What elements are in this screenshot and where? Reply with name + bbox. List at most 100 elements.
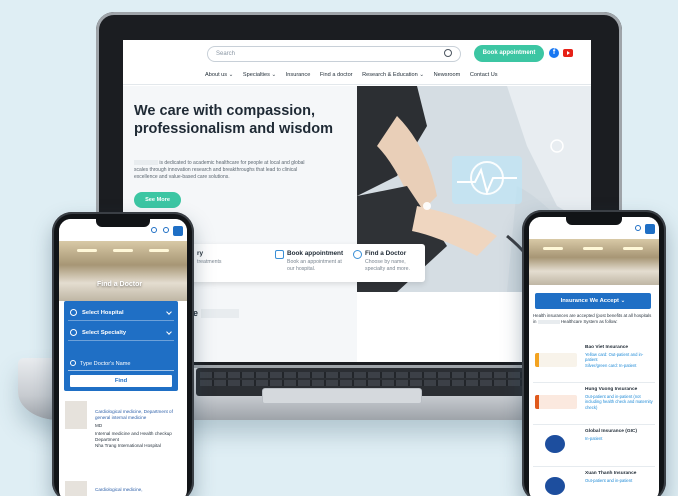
ceiling-light (113, 249, 133, 252)
select-hospital-label: Select Hospital (82, 310, 124, 316)
section-heading: e (193, 308, 239, 319)
search-input[interactable]: Search (207, 46, 461, 62)
card-find-doctor[interactable]: Find a Doctor Choose by name, specialty … (353, 250, 421, 273)
select-hospital[interactable]: Select Hospital (68, 305, 174, 321)
card-partial[interactable]: ry treatments (197, 250, 222, 266)
insurance-item[interactable]: Hung Vuong Insurance Out-patient and in-… (533, 385, 655, 425)
nav-research[interactable]: Research & Education ⌄ (362, 72, 424, 78)
redacted-name (200, 309, 239, 319)
facebook-icon[interactable]: f (549, 48, 559, 58)
redacted-name (537, 319, 560, 324)
location-icon (70, 309, 77, 316)
doctor-avatar (65, 401, 87, 429)
insurance-name: Bao Viet Insurance (585, 345, 629, 350)
find-doctor-banner: Find a Doctor (59, 241, 187, 301)
insurance-item[interactable]: Xuan Thanh Insurance Out-patient and in-… (533, 469, 655, 496)
ceiling-light (149, 249, 169, 252)
hung-vuong-logo (535, 395, 577, 409)
search-placeholder: Search (216, 51, 236, 57)
doctor-avatar (65, 481, 87, 496)
chevron-down-icon (166, 329, 172, 335)
chevron-down-icon (166, 309, 172, 315)
book-appointment-button[interactable]: Book appointment (474, 45, 544, 62)
insurance-desc-b: Healthcare System as follow: (560, 319, 618, 324)
card-book-appointment[interactable]: Book appointment Book an appointment at … (275, 250, 347, 273)
doctor-specialty: Cardiological medicine, (95, 487, 143, 492)
insurance-detail: In-patient (585, 436, 603, 441)
card-partial-title: ry (197, 250, 204, 257)
insurance-banner (529, 239, 659, 285)
search-icon[interactable] (635, 225, 641, 231)
insurance-item[interactable]: Bao Viet Insurance Yellow card: Out-pati… (533, 343, 655, 383)
search-icon[interactable] (163, 227, 169, 233)
card-title: Book appointment (287, 250, 344, 257)
redacted-name (134, 160, 158, 166)
hero-title: We care with compassion, professionalism… (134, 103, 334, 137)
card-desc: Choose by name, specialty and more. (365, 259, 410, 272)
doctor-card[interactable]: Cardiological medicine, Department of ge… (65, 401, 177, 473)
nav-find-doctor[interactable]: Find a doctor (320, 72, 353, 78)
doctor-card[interactable]: Cardiological medicine, (65, 481, 177, 496)
search-icon[interactable] (151, 227, 157, 233)
youtube-icon[interactable] (563, 49, 573, 57)
menu-icon[interactable] (645, 224, 655, 234)
hero-description: is dedicated to academic healthcare for … (134, 160, 312, 182)
doctor-specialty: Cardiological medicine, Department of ge… (95, 409, 173, 420)
insurance-accept-button[interactable]: Insurance We Accept ⌄ (535, 293, 651, 309)
ceiling-light (583, 247, 603, 250)
stethoscope-icon (275, 250, 284, 259)
doctor-icon (353, 250, 362, 259)
find-button[interactable]: Find (70, 375, 172, 387)
nav-contact[interactable]: Contact Us (470, 72, 498, 78)
card-title: Find a Doctor (365, 250, 407, 257)
quick-links-bar: ry treatments Book appointment Book an a… (183, 244, 425, 282)
doctor-info: Cardiological medicine, Department of ge… (95, 401, 175, 449)
phone-notch (96, 219, 150, 227)
find-doctor-form: Select Hospital Select Specialty Type Do… (64, 301, 178, 391)
nav-insurance[interactable]: Insurance (286, 72, 311, 78)
ceiling-light (77, 249, 97, 252)
select-specialty-label: Select Specialty (82, 330, 127, 336)
keyboard-row (200, 380, 522, 386)
doctor-hospital: Nha Trang International Hospital (95, 443, 161, 448)
header-divider (123, 84, 591, 85)
search-icon[interactable] (444, 49, 452, 57)
phone-left-screen: Find a Doctor Select Hospital Select Spe… (59, 219, 187, 496)
insurance-detail: Out-patient and in-patient (585, 478, 633, 483)
nav-specialties[interactable]: Specialties ⌄ (243, 72, 276, 78)
phone-right-screen: Insurance We Accept ⌄ Health insurances … (529, 217, 659, 496)
insurance-detail: Out-patient and in-patient (not includin… (585, 394, 653, 410)
bao-viet-logo (535, 353, 577, 367)
insurance-name: Hung Vuong Insurance (585, 387, 638, 392)
touchpad (262, 388, 422, 404)
insurance-name: Xuan Thanh Insurance (585, 471, 637, 476)
nav-about[interactable]: About us ⌄ (205, 72, 233, 78)
insurance-detail: Yellow card: Out-patient and in-patient … (585, 352, 644, 368)
main-nav: About us ⌄ Specialties ⌄ Insurance Find … (205, 72, 505, 78)
gic-logo (545, 435, 565, 453)
stethoscope-icon (70, 329, 77, 336)
keyboard-row (200, 372, 522, 378)
insurance-item[interactable]: Global Insurance (GIC) In-patient (533, 427, 655, 467)
doctor-degree: MD (95, 423, 103, 428)
ceiling-light (543, 247, 563, 250)
hero-desc-text: is dedicated to academic healthcare for … (134, 160, 305, 181)
phone-right: Insurance We Accept ⌄ Health insurances … (522, 210, 666, 496)
select-specialty[interactable]: Select Specialty (68, 325, 174, 341)
card-desc: Book an appointment at our hospital. (287, 259, 342, 272)
doctor-name-placeholder: Type Doctor's Name (80, 361, 131, 367)
phone-left: Find a Doctor Select Hospital Select Spe… (52, 212, 194, 496)
doctor-info: Cardiological medicine, (95, 481, 175, 493)
menu-icon[interactable] (173, 226, 183, 236)
card-partial-desc: treatments (197, 259, 222, 265)
doctor-department: Internal medicine and Health checkup Dep… (95, 431, 172, 442)
xuan-thanh-logo (545, 477, 565, 495)
phone-notch (566, 217, 622, 225)
nav-newsroom[interactable]: Newsroom (434, 72, 461, 78)
doctor-name-input[interactable]: Type Doctor's Name (68, 357, 174, 371)
see-more-button[interactable]: See More (134, 192, 181, 208)
search-icon (70, 360, 76, 366)
insurance-description: Health insurances are accepted (post ben… (533, 313, 653, 325)
ceiling-light (623, 247, 643, 250)
banner-title: Find a Doctor (97, 281, 143, 288)
